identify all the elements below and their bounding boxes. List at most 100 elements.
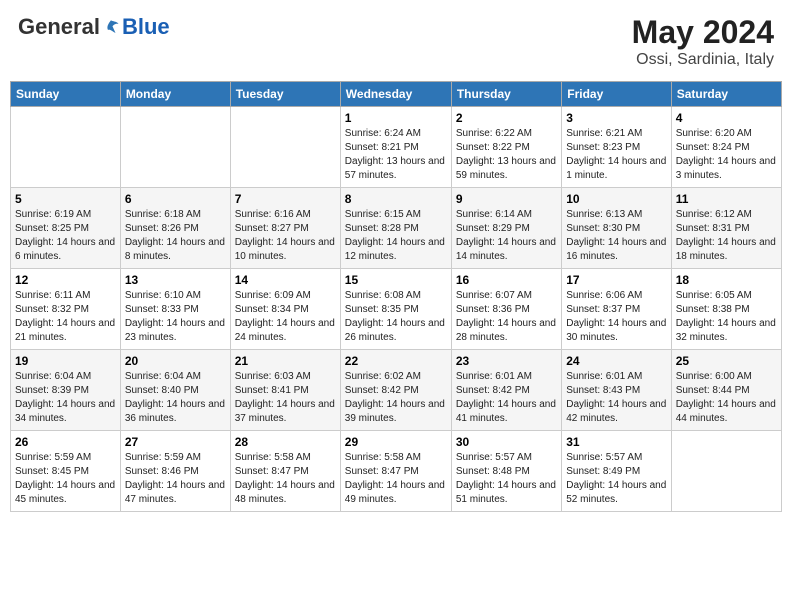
- daylight-text: Daylight: 14 hours and 30 minutes.: [566, 318, 666, 343]
- calendar-day-cell: 10 Sunrise: 6:13 AM Sunset: 8:30 PM Dayl…: [562, 188, 671, 269]
- daylight-text: Daylight: 14 hours and 37 minutes.: [235, 399, 335, 424]
- logo-bird-icon: [102, 18, 120, 36]
- sunrise-text: Sunrise: 6:22 AM: [456, 128, 532, 139]
- daylight-text: Daylight: 14 hours and 21 minutes.: [15, 318, 115, 343]
- day-number: 15: [345, 273, 447, 287]
- sunset-text: Sunset: 8:27 PM: [235, 223, 309, 234]
- daylight-text: Daylight: 14 hours and 28 minutes.: [456, 318, 556, 343]
- day-info: Sunrise: 6:00 AM Sunset: 8:44 PM Dayligh…: [676, 370, 777, 426]
- sunset-text: Sunset: 8:26 PM: [125, 223, 199, 234]
- day-number: 10: [566, 192, 666, 206]
- day-number: 6: [125, 192, 226, 206]
- calendar-day-cell: 4 Sunrise: 6:20 AM Sunset: 8:24 PM Dayli…: [671, 107, 781, 188]
- calendar-day-cell: 23 Sunrise: 6:01 AM Sunset: 8:42 PM Dayl…: [451, 350, 561, 431]
- sunrise-text: Sunrise: 6:03 AM: [235, 371, 311, 382]
- calendar-day-cell: 22 Sunrise: 6:02 AM Sunset: 8:42 PM Dayl…: [340, 350, 451, 431]
- weekday-header: Wednesday: [340, 82, 451, 107]
- calendar-day-cell: 16 Sunrise: 6:07 AM Sunset: 8:36 PM Dayl…: [451, 269, 561, 350]
- sunset-text: Sunset: 8:31 PM: [676, 223, 750, 234]
- sunset-text: Sunset: 8:41 PM: [235, 385, 309, 396]
- day-info: Sunrise: 5:59 AM Sunset: 8:45 PM Dayligh…: [15, 451, 116, 507]
- logo: General Blue: [18, 14, 170, 40]
- calendar-day-cell: 9 Sunrise: 6:14 AM Sunset: 8:29 PM Dayli…: [451, 188, 561, 269]
- sunset-text: Sunset: 8:45 PM: [15, 466, 89, 477]
- day-info: Sunrise: 6:01 AM Sunset: 8:43 PM Dayligh…: [566, 370, 666, 426]
- day-number: 29: [345, 435, 447, 449]
- day-number: 30: [456, 435, 557, 449]
- daylight-text: Daylight: 14 hours and 26 minutes.: [345, 318, 445, 343]
- sunrise-text: Sunrise: 6:24 AM: [345, 128, 421, 139]
- page-header: General Blue May 2024 Ossi, Sardinia, It…: [10, 10, 782, 73]
- sunset-text: Sunset: 8:47 PM: [235, 466, 309, 477]
- calendar-day-cell: 25 Sunrise: 6:00 AM Sunset: 8:44 PM Dayl…: [671, 350, 781, 431]
- daylight-text: Daylight: 14 hours and 1 minute.: [566, 156, 666, 181]
- daylight-text: Daylight: 14 hours and 36 minutes.: [125, 399, 225, 424]
- day-info: Sunrise: 6:16 AM Sunset: 8:27 PM Dayligh…: [235, 208, 336, 264]
- sunrise-text: Sunrise: 6:14 AM: [456, 209, 532, 220]
- sunrise-text: Sunrise: 6:07 AM: [456, 290, 532, 301]
- weekday-header: Tuesday: [230, 82, 340, 107]
- calendar-day-cell: [11, 107, 121, 188]
- calendar-day-cell: [230, 107, 340, 188]
- day-number: 19: [15, 354, 116, 368]
- daylight-text: Daylight: 14 hours and 49 minutes.: [345, 480, 445, 505]
- daylight-text: Daylight: 14 hours and 3 minutes.: [676, 156, 776, 181]
- calendar-day-cell: 11 Sunrise: 6:12 AM Sunset: 8:31 PM Dayl…: [671, 188, 781, 269]
- sunset-text: Sunset: 8:44 PM: [676, 385, 750, 396]
- sunrise-text: Sunrise: 5:58 AM: [345, 452, 421, 463]
- daylight-text: Daylight: 14 hours and 45 minutes.: [15, 480, 115, 505]
- day-info: Sunrise: 6:04 AM Sunset: 8:39 PM Dayligh…: [15, 370, 116, 426]
- calendar-day-cell: 20 Sunrise: 6:04 AM Sunset: 8:40 PM Dayl…: [120, 350, 230, 431]
- sunrise-text: Sunrise: 6:19 AM: [15, 209, 91, 220]
- weekday-header: Friday: [562, 82, 671, 107]
- calendar-day-cell: 14 Sunrise: 6:09 AM Sunset: 8:34 PM Dayl…: [230, 269, 340, 350]
- daylight-text: Daylight: 13 hours and 57 minutes.: [345, 156, 445, 181]
- calendar-day-cell: [671, 431, 781, 512]
- sunset-text: Sunset: 8:37 PM: [566, 304, 640, 315]
- sunset-text: Sunset: 8:33 PM: [125, 304, 199, 315]
- sunset-text: Sunset: 8:49 PM: [566, 466, 640, 477]
- sunrise-text: Sunrise: 6:20 AM: [676, 128, 752, 139]
- day-info: Sunrise: 6:08 AM Sunset: 8:35 PM Dayligh…: [345, 289, 447, 345]
- calendar-day-cell: 6 Sunrise: 6:18 AM Sunset: 8:26 PM Dayli…: [120, 188, 230, 269]
- sunrise-text: Sunrise: 6:04 AM: [125, 371, 201, 382]
- calendar-day-cell: 19 Sunrise: 6:04 AM Sunset: 8:39 PM Dayl…: [11, 350, 121, 431]
- daylight-text: Daylight: 14 hours and 12 minutes.: [345, 237, 445, 262]
- sunset-text: Sunset: 8:34 PM: [235, 304, 309, 315]
- day-info: Sunrise: 6:03 AM Sunset: 8:41 PM Dayligh…: [235, 370, 336, 426]
- day-number: 14: [235, 273, 336, 287]
- day-number: 27: [125, 435, 226, 449]
- daylight-text: Daylight: 14 hours and 23 minutes.: [125, 318, 225, 343]
- sunset-text: Sunset: 8:47 PM: [345, 466, 419, 477]
- day-number: 2: [456, 111, 557, 125]
- daylight-text: Daylight: 14 hours and 42 minutes.: [566, 399, 666, 424]
- sunrise-text: Sunrise: 6:15 AM: [345, 209, 421, 220]
- daylight-text: Daylight: 14 hours and 48 minutes.: [235, 480, 335, 505]
- sunset-text: Sunset: 8:40 PM: [125, 385, 199, 396]
- day-number: 7: [235, 192, 336, 206]
- day-number: 26: [15, 435, 116, 449]
- sunset-text: Sunset: 8:24 PM: [676, 142, 750, 153]
- daylight-text: Daylight: 14 hours and 52 minutes.: [566, 480, 666, 505]
- calendar-week-row: 5 Sunrise: 6:19 AM Sunset: 8:25 PM Dayli…: [11, 188, 782, 269]
- calendar-day-cell: 2 Sunrise: 6:22 AM Sunset: 8:22 PM Dayli…: [451, 107, 561, 188]
- logo-blue-text: Blue: [122, 14, 170, 40]
- calendar-day-cell: 1 Sunrise: 6:24 AM Sunset: 8:21 PM Dayli…: [340, 107, 451, 188]
- sunset-text: Sunset: 8:32 PM: [15, 304, 89, 315]
- sunset-text: Sunset: 8:21 PM: [345, 142, 419, 153]
- calendar-day-cell: 28 Sunrise: 5:58 AM Sunset: 8:47 PM Dayl…: [230, 431, 340, 512]
- sunrise-text: Sunrise: 6:18 AM: [125, 209, 201, 220]
- day-number: 31: [566, 435, 666, 449]
- weekday-header: Saturday: [671, 82, 781, 107]
- daylight-text: Daylight: 14 hours and 44 minutes.: [676, 399, 776, 424]
- sunset-text: Sunset: 8:23 PM: [566, 142, 640, 153]
- sunrise-text: Sunrise: 6:08 AM: [345, 290, 421, 301]
- calendar-day-cell: 5 Sunrise: 6:19 AM Sunset: 8:25 PM Dayli…: [11, 188, 121, 269]
- day-info: Sunrise: 6:06 AM Sunset: 8:37 PM Dayligh…: [566, 289, 666, 345]
- daylight-text: Daylight: 14 hours and 14 minutes.: [456, 237, 556, 262]
- calendar-day-cell: 13 Sunrise: 6:10 AM Sunset: 8:33 PM Dayl…: [120, 269, 230, 350]
- daylight-text: Daylight: 14 hours and 24 minutes.: [235, 318, 335, 343]
- weekday-header: Sunday: [11, 82, 121, 107]
- day-info: Sunrise: 6:05 AM Sunset: 8:38 PM Dayligh…: [676, 289, 777, 345]
- daylight-text: Daylight: 14 hours and 32 minutes.: [676, 318, 776, 343]
